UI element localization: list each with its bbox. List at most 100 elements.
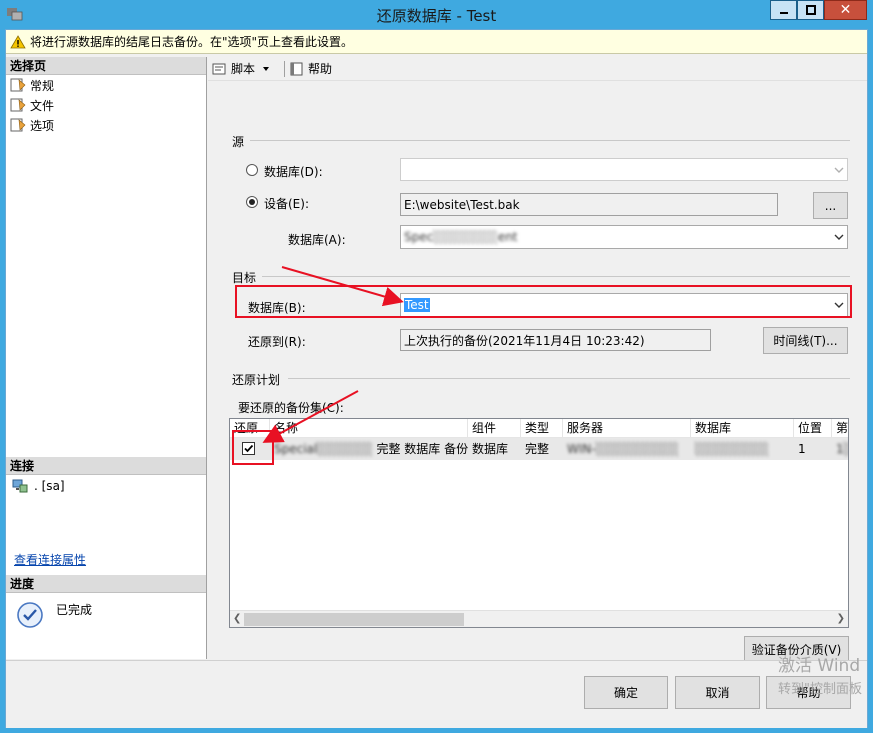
checkmark-icon — [244, 444, 254, 453]
database-radio-label: 数据库(D): — [264, 165, 323, 179]
close-button[interactable]: ✕ — [824, 0, 867, 20]
cell-first: 1░ — [832, 438, 848, 460]
restore-to-field[interactable]: 上次执行的备份(2021年11月4日 10:23:42) — [400, 329, 711, 351]
sidebar-item-label: 选项 — [30, 118, 55, 133]
destination-section-title: 目标 — [232, 271, 257, 285]
destination-database-value: Test — [404, 298, 430, 312]
help-toolbar-button[interactable]: 帮助 — [289, 60, 332, 77]
horizontal-scrollbar[interactable]: ❮ ❯ — [230, 610, 848, 627]
right-pane: 脚本 帮助 源 数据库(D): 设备(E): E:\website\Test.b… — [208, 57, 867, 663]
sidebar-item-label: 常规 — [30, 78, 55, 93]
column-header-name[interactable]: 名称 — [270, 419, 468, 438]
script-button-label: 脚本 — [231, 62, 256, 76]
connection-header: 连接 — [6, 457, 206, 475]
column-header-component[interactable]: 组件 — [468, 419, 521, 438]
chevron-down-icon — [263, 66, 270, 71]
table-row[interactable]: Special░░░░░░ 完整 数据库 备份 数据库 完整 WIN-░░░░░… — [230, 438, 848, 460]
progress-header: 进度 — [6, 575, 206, 593]
grid-header: 还原 名称 组件 类型 服务器 数据库 位置 第 — [230, 419, 848, 438]
source-section-title: 源 — [232, 135, 245, 149]
chevron-down-icon — [834, 302, 844, 308]
maximize-button[interactable] — [797, 0, 824, 20]
help-book-icon — [290, 62, 303, 75]
column-header-first[interactable]: 第 — [832, 419, 848, 438]
chevron-down-icon — [834, 234, 844, 240]
window-title: 还原数据库 - Test — [376, 7, 497, 25]
backup-sets-grid[interactable]: 还原 名称 组件 类型 服务器 数据库 位置 第 Special░░░░░░ 完… — [229, 418, 849, 628]
device-radio[interactable] — [246, 196, 258, 208]
maximize-icon — [805, 5, 816, 15]
device-path-field[interactable]: E:\website\Test.bak — [400, 193, 778, 216]
scrollbar-thumb[interactable] — [244, 613, 464, 626]
info-bar-text: 将进行源数据库的结尾日志备份。在"选项"页上查看此设置。 — [30, 35, 354, 49]
left-pane: 选择页 常规 文件 选项 连接 . [sa] 查看连接属性 进度 已完成 — [6, 57, 207, 659]
activation-watermark-line2: 转到"控制面板 — [778, 682, 862, 697]
cell-name-blurred: Special░░░░░░ — [274, 442, 373, 456]
cell-position: 1 — [798, 442, 806, 456]
column-header-database[interactable]: 数据库 — [691, 419, 794, 438]
cell-type: 完整 — [525, 442, 550, 456]
progress-status: 已完成 — [56, 603, 93, 617]
device-radio-label: 设备(E): — [264, 197, 309, 211]
activation-watermark-line1: 激活 Wind — [778, 656, 861, 676]
column-header-restore[interactable]: 还原 — [230, 419, 270, 438]
view-connection-properties-link[interactable]: 查看连接属性 — [14, 551, 86, 568]
minimize-icon — [779, 12, 788, 14]
connection-value: . [sa] — [34, 479, 65, 493]
cell-server: WIN-░░░░░░░░░ — [563, 438, 691, 460]
sidebar-item-options[interactable]: 选项 — [6, 115, 206, 135]
minimize-button[interactable] — [770, 0, 797, 20]
scroll-left-icon[interactable]: ❮ — [233, 613, 241, 624]
ok-button[interactable]: 确定 — [584, 676, 668, 709]
database-radio[interactable] — [246, 164, 258, 176]
restore-plan-section-title: 还原计划 — [232, 373, 281, 387]
column-header-type[interactable]: 类型 — [521, 419, 563, 438]
restore-plan-divider — [288, 378, 850, 379]
connection-row: . [sa] — [6, 475, 206, 497]
script-button[interactable]: 脚本 — [212, 60, 274, 77]
progress-done-icon — [17, 602, 43, 628]
column-header-position[interactable]: 位置 — [794, 419, 832, 438]
cell-name-suffix: 完整 数据库 备份 — [376, 442, 468, 456]
source-divider — [250, 140, 850, 141]
toolbar-separator — [284, 60, 286, 77]
timeline-button[interactable]: 时间线(T)... — [763, 327, 848, 354]
cell-database: ░░░░░░░░ — [691, 438, 794, 460]
info-bar: 将进行源数据库的结尾日志备份。在"选项"页上查看此设置。 — [6, 30, 867, 54]
toolbar: 脚本 帮助 — [208, 57, 867, 81]
close-icon: ✕ — [839, 2, 852, 18]
sidebar-item-files[interactable]: 文件 — [6, 95, 206, 115]
restore-to-label: 还原到(R): — [248, 335, 306, 349]
restore-checkbox[interactable] — [242, 442, 255, 455]
browse-device-button[interactable]: ... — [813, 192, 848, 219]
connection-section: 连接 . [sa] — [6, 457, 206, 497]
cell-name: Special░░░░░░ 完整 数据库 备份 — [270, 438, 468, 460]
cancel-button[interactable]: 取消 — [675, 676, 760, 709]
source-database-label: 数据库(A): — [288, 233, 346, 247]
scroll-right-icon[interactable]: ❯ — [837, 613, 845, 624]
source-database-value: Spec░░░░░░░ent — [404, 230, 518, 244]
cell-component: 数据库 — [472, 442, 509, 456]
destination-database-label: 数据库(B): — [248, 301, 306, 315]
warning-icon — [10, 34, 26, 48]
sidebar-item-label: 文件 — [30, 98, 55, 113]
progress-row: 已完成 — [6, 593, 206, 629]
page-icon — [10, 98, 26, 112]
progress-section: 进度 已完成 — [6, 575, 206, 629]
destination-database-select[interactable]: Test — [400, 293, 848, 317]
chevron-down-icon — [834, 167, 844, 173]
backup-sets-label: 要还原的备份集(C): — [238, 401, 344, 415]
help-toolbar-label: 帮助 — [308, 62, 333, 76]
dialog-footer: 确定 取消 帮助 激活 Wind 转到"控制面板 — [6, 656, 867, 728]
server-icon — [12, 479, 28, 493]
source-database-select[interactable]: Spec░░░░░░░ent — [400, 225, 848, 249]
column-header-server[interactable]: 服务器 — [563, 419, 691, 438]
select-page-header: 选择页 — [6, 57, 206, 75]
source-database-combo[interactable] — [400, 158, 848, 181]
page-icon — [10, 118, 26, 132]
dialog-client-area: 将进行源数据库的结尾日志备份。在"选项"页上查看此设置。 选择页 常规 文件 选… — [5, 29, 868, 728]
cell-first-value: 1░ — [836, 442, 848, 456]
sidebar-item-general[interactable]: 常规 — [6, 75, 206, 95]
page-icon — [10, 78, 26, 92]
title-bar: 还原数据库 - Test ✕ — [0, 0, 873, 29]
